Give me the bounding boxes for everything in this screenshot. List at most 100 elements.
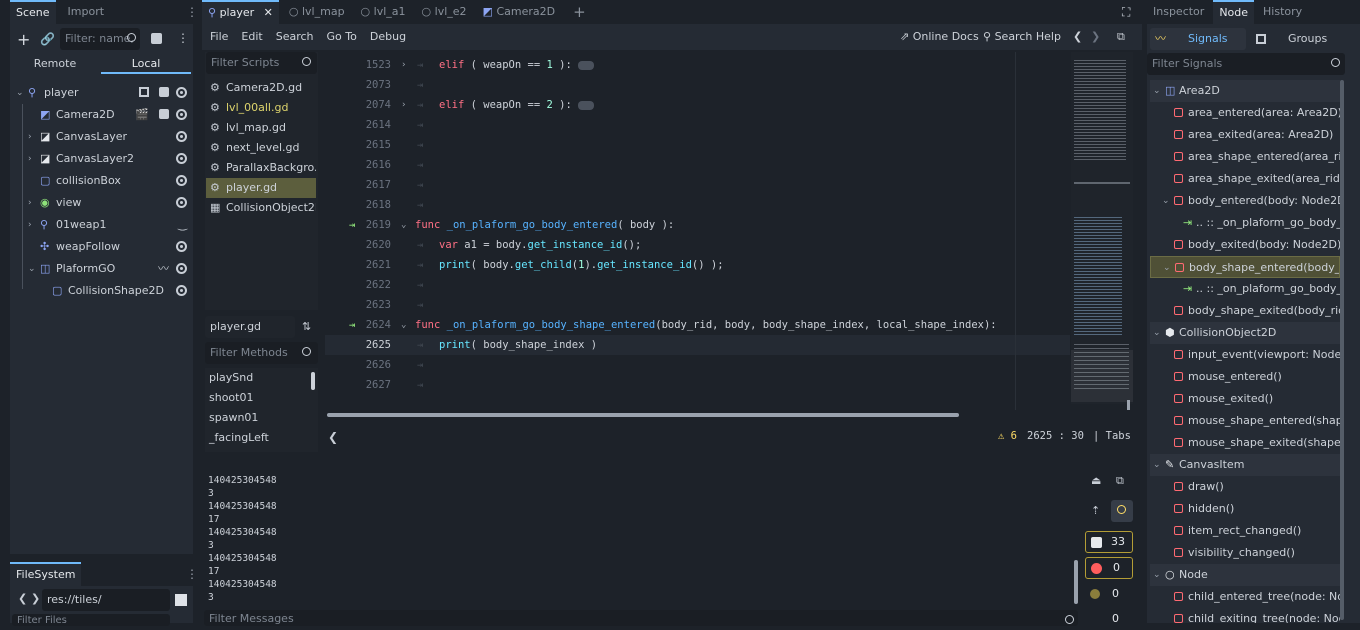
signals-button[interactable]: 〰 Signals bbox=[1150, 28, 1246, 50]
signal-connection[interactable]: ⇥.. :: _on_plaform_go_body_e... bbox=[1150, 212, 1340, 234]
chevron-right-icon[interactable]: › bbox=[28, 192, 32, 214]
signal-item[interactable]: input_event(viewport: Node, ... bbox=[1150, 344, 1340, 366]
tab-lvl-e2[interactable]: ○ lvl_e2 bbox=[416, 0, 473, 24]
tab-lvl-a1[interactable]: ○ lvl_a1 bbox=[355, 0, 412, 24]
filter-methods-input[interactable]: Filter Methods bbox=[205, 342, 318, 364]
float-window-icon[interactable]: ⧉ bbox=[1117, 30, 1125, 44]
code-lines[interactable]: 1523 › ⇥ elif ( weapOn == 1 ): 2073 ⇥ 2074 › ⇥ e… bbox=[325, 55, 1070, 405]
indent-mode[interactable]: | Tabs bbox=[1093, 430, 1131, 442]
fold-arrow-icon[interactable]: ⌄ bbox=[401, 215, 406, 235]
signal-item[interactable]: area_entered(area: Area2D) bbox=[1150, 102, 1340, 124]
forward-icon[interactable]: ❯ bbox=[31, 592, 40, 605]
tab-history[interactable]: History bbox=[1257, 0, 1308, 24]
signal-item[interactable]: area_shape_exited(area_rid: R... bbox=[1150, 168, 1340, 190]
chevron-down-icon[interactable]: ⌄ bbox=[1163, 257, 1171, 277]
signal-item[interactable]: ⌄ body_shape_entered(body_ri... bbox=[1150, 256, 1340, 278]
messages-filter-button[interactable]: 33 bbox=[1085, 531, 1133, 553]
chevron-down-icon[interactable]: ⌄ bbox=[16, 82, 24, 104]
eye-icon[interactable] bbox=[176, 109, 187, 120]
code-hscrollbar[interactable] bbox=[327, 413, 959, 417]
signal-item[interactable]: mouse_shape_entered(shape... bbox=[1150, 410, 1340, 432]
code-line[interactable]: print( body_shape_index ) bbox=[439, 335, 597, 355]
signal-item[interactable]: child_entered_tree(node: Node) bbox=[1150, 586, 1340, 608]
instance-icon[interactable] bbox=[139, 87, 149, 97]
next-script-icon[interactable]: ❯ bbox=[1091, 30, 1100, 43]
tab-import[interactable]: Import bbox=[62, 0, 111, 24]
fold-arrow-icon[interactable]: › bbox=[401, 55, 406, 75]
signal-item[interactable]: item_rect_changed() bbox=[1150, 520, 1340, 542]
collapse-panel-icon[interactable]: ❮ bbox=[328, 430, 338, 444]
chevron-down-icon[interactable]: ⌄ bbox=[1153, 80, 1161, 102]
scene-tree-item[interactable]: ⌄ ⚲ player bbox=[10, 82, 193, 104]
prev-script-icon[interactable]: ❮ bbox=[1073, 30, 1082, 43]
scene-tree-item[interactable]: › ⚲ 01weap1 ‿ bbox=[10, 214, 193, 236]
clear-output-icon[interactable]: ⏏ bbox=[1091, 474, 1101, 487]
search-help-button[interactable]: ⚲ Search Help bbox=[983, 30, 1061, 43]
menu-file[interactable]: File bbox=[210, 30, 228, 43]
eye-icon[interactable] bbox=[176, 153, 187, 164]
warnings-indicator[interactable]: ⚠ 6 bbox=[998, 430, 1017, 442]
signal-group-header[interactable]: ⌄ ○ Node bbox=[1150, 564, 1340, 586]
code-line[interactable]: var a1 = body.get_instance_id(); bbox=[439, 235, 641, 255]
code-line[interactable]: print( body.get_child(1).get_instance_id… bbox=[439, 255, 724, 275]
scene-tree-item[interactable]: ▢ collisionBox bbox=[10, 170, 193, 192]
scene-tree-item[interactable]: › ◪ CanvasLayer bbox=[10, 126, 193, 148]
methods-scrollbar[interactable] bbox=[311, 372, 315, 390]
errors-filter-button[interactable]: 0 bbox=[1085, 557, 1133, 579]
signal-item[interactable]: hidden() bbox=[1150, 498, 1340, 520]
chevron-down-icon[interactable]: ⌄ bbox=[1162, 190, 1170, 212]
chevron-down-icon[interactable]: ⌄ bbox=[1153, 454, 1161, 476]
copy-output-icon[interactable]: ⧉ bbox=[1116, 474, 1124, 488]
code-line[interactable]: elif ( weapOn == 1 ): bbox=[439, 55, 595, 75]
signal-connection[interactable]: ⇥.. :: _on_plaform_go_body_s... bbox=[1150, 278, 1340, 300]
connected-signal-icon[interactable]: ⇥ bbox=[349, 315, 355, 335]
code-line[interactable]: elif ( weapOn == 2 ): bbox=[439, 95, 595, 115]
script-list-item[interactable]: ▦ CollisionObject2D bbox=[206, 198, 316, 218]
back-icon[interactable]: ❮ bbox=[18, 592, 27, 605]
signal-connected-icon[interactable]: 〰 bbox=[158, 258, 169, 280]
method-list-item[interactable]: shoot01 bbox=[205, 388, 315, 408]
signal-group-header[interactable]: ⌄ ◫ Area2D bbox=[1150, 80, 1340, 102]
method-list-item[interactable]: _facingLeft bbox=[205, 428, 315, 448]
toggle-split-icon[interactable] bbox=[175, 594, 187, 606]
scene-tree-item[interactable]: › ◉ view bbox=[10, 192, 193, 214]
search-toggle-button[interactable] bbox=[1111, 500, 1133, 522]
add-tab-button[interactable]: + bbox=[567, 0, 592, 24]
scene-tree-item[interactable]: › ◪ CanvasLayer2 bbox=[10, 148, 193, 170]
scene-tree-item[interactable]: ⌄ ◫ PlaformGO 〰 bbox=[10, 258, 193, 280]
filter-messages-input[interactable]: Filter Messages bbox=[204, 610, 1078, 626]
signal-item[interactable]: area_exited(area: Area2D) bbox=[1150, 124, 1340, 146]
signal-item[interactable]: ⌄ body_entered(body: Node2D) bbox=[1150, 190, 1340, 212]
tab-player[interactable]: ⚲ player ✕ bbox=[202, 0, 279, 24]
fold-arrow-icon[interactable]: › bbox=[401, 95, 406, 115]
signal-item[interactable]: child_exiting_tree(node: Node) bbox=[1150, 608, 1340, 623]
add-node-icon[interactable]: + bbox=[17, 30, 30, 49]
signal-group-header[interactable]: ⌄ ⬢ CollisionObject2D bbox=[1150, 322, 1340, 344]
menu-search[interactable]: Search bbox=[276, 30, 314, 43]
chevron-down-icon[interactable]: ⌄ bbox=[28, 258, 36, 280]
chevron-right-icon[interactable]: › bbox=[28, 214, 32, 236]
tab-inspector[interactable]: Inspector bbox=[1147, 0, 1210, 24]
script-list-item[interactable]: ⚙ next_level.gd bbox=[206, 138, 316, 158]
script-list-item[interactable]: ⚙ lvl_map.gd bbox=[206, 118, 316, 138]
script-list-item[interactable]: ⚙ lvl_00all.gd bbox=[206, 98, 316, 118]
method-list-item[interactable]: spawn01 bbox=[205, 408, 315, 428]
eye-icon[interactable] bbox=[176, 87, 187, 98]
signal-item[interactable]: visibility_changed() bbox=[1150, 542, 1340, 564]
method-list-item[interactable]: playSnd bbox=[205, 368, 315, 388]
scroll-lock-icon[interactable]: ⇡ bbox=[1091, 504, 1100, 517]
eye-icon[interactable] bbox=[176, 175, 187, 186]
warnings-filter-button[interactable]: 0 bbox=[1085, 583, 1133, 605]
fold-arrow-icon[interactable]: ⌄ bbox=[401, 315, 406, 335]
chevron-down-icon[interactable]: ⌄ bbox=[1153, 322, 1161, 344]
eye-icon[interactable] bbox=[176, 241, 187, 252]
menu-debug[interactable]: Debug bbox=[370, 30, 406, 43]
chevron-right-icon[interactable]: › bbox=[28, 126, 32, 148]
signal-item[interactable]: draw() bbox=[1150, 476, 1340, 498]
menu-edit[interactable]: Edit bbox=[241, 30, 262, 43]
scene-tree-item[interactable]: ▢ CollisionShape2D bbox=[10, 280, 193, 302]
eye-icon[interactable] bbox=[176, 131, 187, 142]
signal-item[interactable]: mouse_entered() bbox=[1150, 366, 1340, 388]
filter-signals-input[interactable]: Filter Signals bbox=[1147, 53, 1345, 75]
scene-tree-item[interactable]: ◩ Camera2D 🎬 bbox=[10, 104, 193, 126]
